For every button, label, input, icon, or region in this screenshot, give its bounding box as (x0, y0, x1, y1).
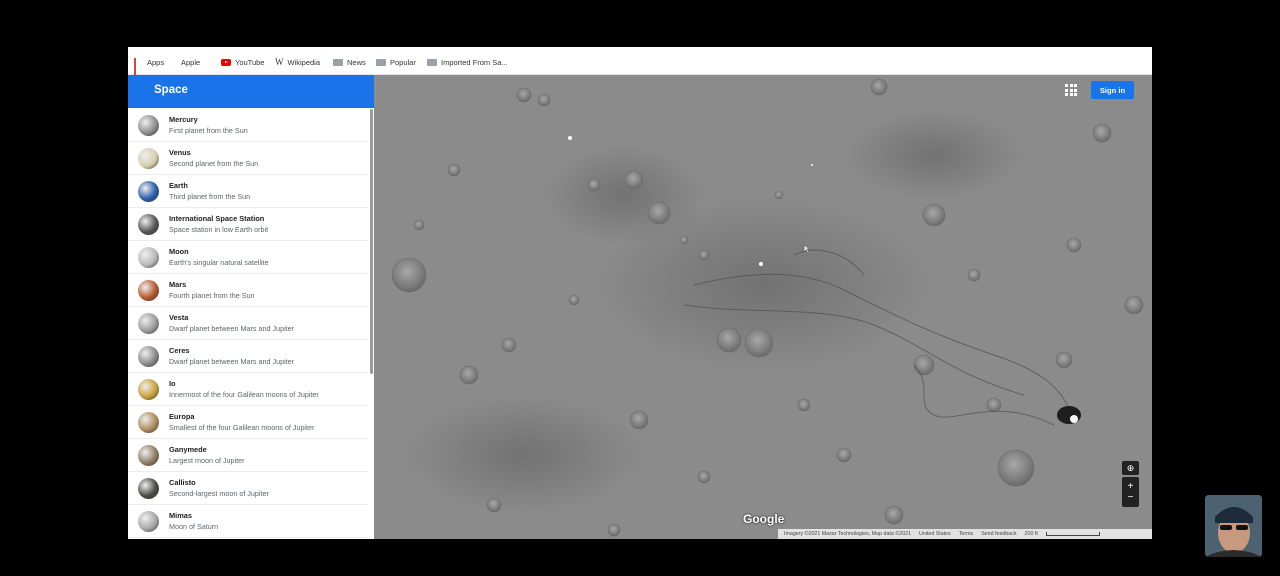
webcam-overlay (1205, 495, 1262, 557)
item-description: Earth's singular natural satellite (169, 258, 269, 267)
bookmark-label: Apps (147, 57, 165, 67)
item-description: Second planet from the Sun (169, 159, 259, 168)
bookmark-label: Imported From Sa... (441, 57, 508, 67)
list-item-callisto[interactable]: Callisto Second-largest moon of Jupiter (128, 472, 368, 505)
iss-thumbnail (138, 214, 159, 235)
list-item-earth[interactable]: Earth Third planet from the Sun (128, 175, 368, 208)
zoom-out-button[interactable]: − (1128, 492, 1134, 503)
earth-thumbnail (138, 181, 159, 202)
scale-label[interactable]: 200 ft (1025, 531, 1038, 537)
item-name: Venus (169, 148, 191, 157)
mimas-thumbnail (138, 511, 159, 532)
list-item-ceres[interactable]: Ceres Dwarf planet between Mars and Jupi… (128, 340, 368, 373)
bookmark-apple[interactable]: Apple (177, 55, 200, 69)
bookmark-apps[interactable]: Apps (134, 55, 165, 76)
moon-thumbnail (138, 247, 159, 268)
bookmark-label: News (347, 57, 366, 67)
item-name: Moon (169, 247, 189, 256)
item-name: Earth (169, 181, 188, 190)
list-item-mimas[interactable]: Mimas Moon of Saturn (128, 505, 368, 538)
google-logo: Google (743, 512, 785, 526)
item-description: Dwarf planet between Mars and Jupiter (169, 324, 295, 333)
bookmark-label: Wikipedia (287, 57, 321, 67)
imagery-credit: Imagery ©2021 Maxar Technologies, Map da… (784, 531, 911, 537)
item-name: Europa (169, 412, 195, 421)
list-item-vesta[interactable]: Vesta Dwarf planet between Mars and Jupi… (128, 307, 368, 340)
list-item-europa[interactable]: Europa Smallest of the four Galilean moo… (128, 406, 368, 439)
item-description: Space station in low Earth orbit (169, 225, 269, 234)
item-description: Dwarf planet between Mars and Jupiter (169, 357, 295, 366)
item-description: Fourth planet from the Sun (169, 291, 255, 300)
item-name: Callisto (169, 478, 196, 487)
bookmark-imported[interactable]: Imported From Sa... (427, 55, 508, 69)
region-link[interactable]: United States (919, 531, 951, 537)
list-item-iss[interactable]: International Space Station Space statio… (128, 208, 368, 241)
scale-bar (1045, 532, 1100, 536)
item-name: International Space Station (169, 214, 265, 223)
sidebar-title: Space (154, 84, 188, 96)
list-item-ganymede[interactable]: Ganymede Largest moon of Jupiter (128, 439, 368, 472)
item-name: Vesta (169, 313, 189, 322)
item-name: Io (169, 379, 176, 388)
list-item-io[interactable]: Io Innermost of the four Galilean moons … (128, 373, 368, 406)
list-item-venus[interactable]: Venus Second planet from the Sun (128, 142, 368, 175)
list-item-moon[interactable]: Moon Earth's singular natural satellite (128, 241, 368, 274)
bookmarks-bar: Apps Apple YouTube W Wikipedia News Popu… (128, 47, 1152, 76)
ganymede-thumbnail (138, 445, 159, 466)
folder-icon (427, 58, 437, 66)
send-feedback-link[interactable]: Send feedback (981, 531, 1016, 537)
bookmark-wikipedia[interactable]: W Wikipedia (275, 55, 320, 69)
apps-grid-icon (134, 57, 143, 76)
item-description: First planet from the Sun (169, 126, 248, 135)
folder-icon (376, 58, 386, 66)
google-apps-icon[interactable] (1065, 84, 1077, 96)
ceres-thumbnail (138, 346, 159, 367)
zoom-in-button[interactable]: + (1128, 481, 1134, 492)
list-item-mercury[interactable]: Mercury First planet from the Sun (128, 109, 368, 142)
map-canvas[interactable]: Sign in ⊕ + − Google Imagery ©2021 Maxar… (374, 75, 1152, 539)
item-description: Smallest of the four Galilean moons of J… (169, 423, 315, 432)
item-name: Mercury (169, 115, 198, 124)
mercury-thumbnail (138, 115, 159, 136)
bookmark-youtube[interactable]: YouTube (221, 55, 264, 69)
list-item-mars[interactable]: Mars Fourth planet from the Sun (128, 274, 368, 307)
bookmark-popular[interactable]: Popular (376, 55, 416, 69)
mars-thumbnail (138, 280, 159, 301)
sidebar-scrollbar[interactable] (370, 109, 373, 374)
lunar-surface-imagery (374, 75, 1152, 539)
terms-link[interactable]: Terms (959, 531, 973, 537)
io-thumbnail (138, 379, 159, 400)
item-description: Third planet from the Sun (169, 192, 251, 201)
globe-icon[interactable]: ⊕ (1122, 461, 1139, 475)
browser-window: Apps Apple YouTube W Wikipedia News Popu… (128, 47, 1152, 539)
zoom-control: + − (1122, 477, 1139, 507)
item-description: Moon of Saturn (169, 522, 219, 531)
item-description: Second-largest moon of Jupiter (169, 489, 269, 498)
item-name: Mars (169, 280, 187, 289)
europa-thumbnail (138, 412, 159, 433)
folder-icon (333, 58, 343, 66)
item-description: Largest moon of Jupiter (169, 456, 245, 465)
wikipedia-icon: W (275, 57, 284, 67)
item-name: Ceres (169, 346, 190, 355)
item-name: Mimas (169, 511, 193, 520)
bookmark-label: Popular (390, 57, 416, 67)
vesta-thumbnail (138, 313, 159, 334)
venus-thumbnail (138, 148, 159, 169)
item-description: Innermost of the four Galilean moons of … (169, 390, 319, 399)
item-name: Ganymede (169, 445, 207, 454)
planet-list: Mercury First planet from the Sun Venus … (128, 109, 374, 539)
bookmark-label: YouTube (235, 57, 265, 67)
youtube-icon (221, 58, 231, 66)
sign-in-button[interactable]: Sign in (1091, 81, 1134, 99)
sidebar-header: Space (128, 75, 374, 108)
attribution-bar: Imagery ©2021 Maxar Technologies, Map da… (778, 529, 1152, 539)
bookmark-news[interactable]: News (333, 55, 366, 69)
bookmark-label: Apple (181, 57, 201, 67)
callisto-thumbnail (138, 478, 159, 499)
